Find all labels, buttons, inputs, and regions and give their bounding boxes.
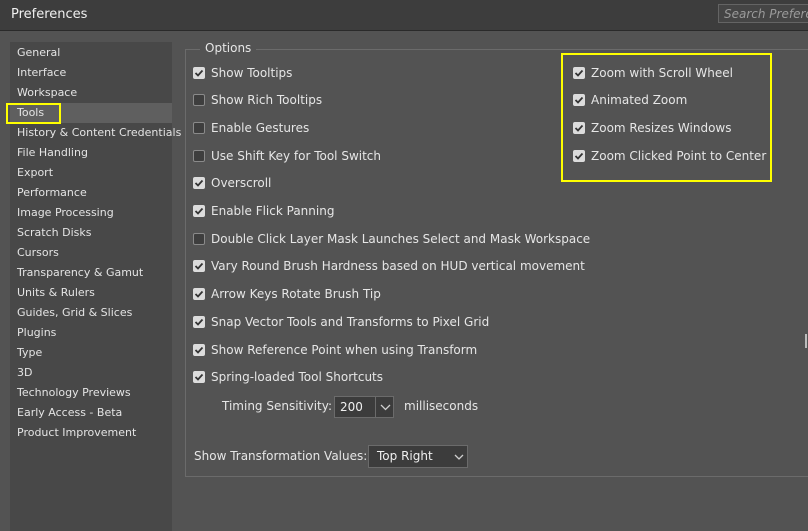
- checkbox-label: Double Click Layer Mask Launches Select …: [211, 232, 591, 246]
- sidebar-item-technology-previews[interactable]: Technology Previews: [17, 383, 131, 403]
- checkbox-checked-icon[interactable]: [193, 288, 205, 300]
- options-legend: Options: [200, 41, 257, 55]
- sidebar-item-scratch-disks[interactable]: Scratch Disks: [17, 223, 91, 243]
- timing-sensitivity-input[interactable]: 200: [334, 396, 394, 418]
- checkbox-label: Show Rich Tooltips: [211, 93, 323, 107]
- checkbox-checked-icon[interactable]: [193, 371, 205, 383]
- sidebar-item-export[interactable]: Export: [17, 163, 53, 183]
- sidebar-item-history-content-credentials[interactable]: History & Content Credentials: [17, 123, 181, 143]
- sidebar-item-units-rulers[interactable]: Units & Rulers: [17, 283, 95, 303]
- search-preferences-input[interactable]: Search Preferences: [718, 4, 808, 23]
- transformation-values-label: Show Transformation Values:: [194, 449, 368, 463]
- checkbox-checked-icon[interactable]: [193, 344, 205, 356]
- sidebar-item-early-access-beta[interactable]: Early Access - Beta: [17, 403, 122, 423]
- sidebar-item-type[interactable]: Type: [17, 343, 42, 363]
- timing-dropdown-button[interactable]: [375, 397, 395, 417]
- sidebar-item-cursors[interactable]: Cursors: [17, 243, 59, 263]
- checkbox-label: Show Tooltips: [211, 66, 293, 80]
- checkbox-label: Show Reference Point when using Transfor…: [211, 343, 478, 357]
- checkmark-icon: [194, 290, 204, 298]
- checkbox-label: Vary Round Brush Hardness based on HUD v…: [211, 259, 585, 273]
- sidebar-item-product-improvement[interactable]: Product Improvement: [17, 423, 136, 443]
- checkmark-icon: [194, 179, 204, 187]
- checkbox-checked-icon[interactable]: [193, 67, 205, 79]
- sidebar-item-workspace[interactable]: Workspace: [17, 83, 77, 103]
- checkmark-icon: [194, 262, 204, 270]
- checkbox-unchecked-icon[interactable]: [193, 233, 205, 245]
- checkbox-label: Enable Flick Panning: [211, 204, 335, 218]
- checkmark-icon: [194, 346, 204, 354]
- checkmark-icon: [194, 318, 204, 326]
- milliseconds-label: milliseconds: [404, 399, 479, 413]
- checkbox-checked-icon[interactable]: [193, 177, 205, 189]
- checkbox-label: Overscroll: [211, 176, 272, 190]
- sidebar-item-3d[interactable]: 3D: [17, 363, 32, 383]
- checkbox-unchecked-icon[interactable]: [193, 150, 205, 162]
- zoom-options-highlight-box: [561, 53, 772, 182]
- checkbox-checked-icon[interactable]: [193, 205, 205, 217]
- checkmark-icon: [194, 69, 204, 77]
- checkbox-label: Use Shift Key for Tool Switch: [211, 149, 382, 163]
- sidebar-item-general[interactable]: General: [17, 43, 60, 63]
- sidebar-item-plugins[interactable]: Plugins: [17, 323, 56, 343]
- text-cursor-icon: [805, 334, 807, 348]
- checkbox-checked-icon[interactable]: [193, 260, 205, 272]
- checkmark-icon: [194, 207, 204, 215]
- checkbox-label: Arrow Keys Rotate Brush Tip: [211, 287, 381, 301]
- sidebar-item-interface[interactable]: Interface: [17, 63, 66, 83]
- checkbox-checked-icon[interactable]: [193, 316, 205, 328]
- sidebar-item-performance[interactable]: Performance: [17, 183, 87, 203]
- sidebar-item-image-processing[interactable]: Image Processing: [17, 203, 114, 223]
- checkbox-unchecked-icon[interactable]: [193, 94, 205, 106]
- preferences-sidebar: General Interface Workspace Tools History & …: [6, 42, 181, 531]
- sidebar-item-transparency-gamut[interactable]: Transparency & Gamut: [17, 263, 143, 283]
- checkbox-label: Snap Vector Tools and Transforms to Pixe…: [211, 315, 490, 329]
- tools-highlight-box: [6, 103, 61, 124]
- chevron-down-icon: [454, 454, 464, 460]
- window-title: Preferences: [11, 7, 88, 22]
- checkbox-unchecked-icon[interactable]: [193, 122, 205, 134]
- transformation-values-select[interactable]: Top Right: [368, 445, 468, 468]
- timing-sensitivity-value: 200: [340, 400, 363, 414]
- chevron-down-icon: [380, 404, 391, 411]
- sidebar-item-file-handling[interactable]: File Handling: [17, 143, 88, 163]
- checkmark-icon: [194, 373, 204, 381]
- sidebar-item-guides-grid-slices[interactable]: Guides, Grid & Slices: [17, 303, 132, 323]
- transformation-values-value: Top Right: [377, 449, 433, 463]
- checkbox-label: Enable Gestures: [211, 121, 310, 135]
- title-bar: Preferences Search Preferences: [0, 0, 808, 31]
- checkbox-label: Spring-loaded Tool Shortcuts: [211, 370, 384, 384]
- timing-sensitivity-label: Timing Sensitivity:: [222, 399, 332, 413]
